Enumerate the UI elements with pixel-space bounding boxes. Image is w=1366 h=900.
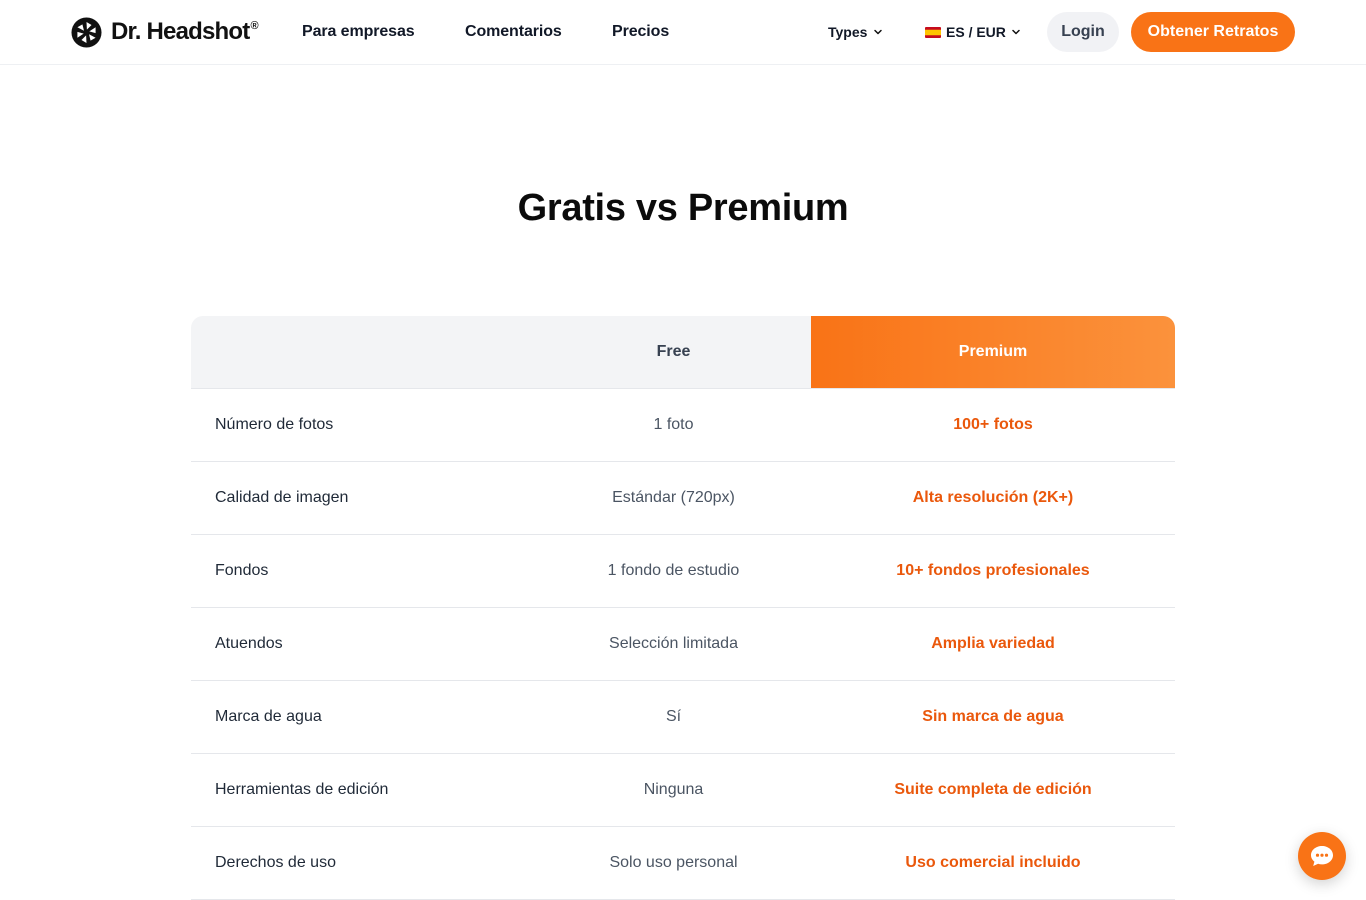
table-row: Calidad de imagen Estándar (720px) Alta … bbox=[191, 462, 1175, 535]
get-headshots-button[interactable]: Obtener Retratos bbox=[1131, 12, 1295, 52]
free-value-cell: Sí bbox=[665, 708, 682, 725]
comparison-table: Free Premium Número de fotos 1 foto 100+… bbox=[191, 316, 1175, 900]
free-value-cell: Solo uso personal bbox=[609, 854, 738, 871]
free-value-cell: Estándar (720px) bbox=[612, 489, 735, 506]
page-title: Gratis vs Premium bbox=[517, 187, 849, 229]
types-dropdown[interactable]: Types bbox=[828, 22, 883, 42]
column-header-free: Free bbox=[656, 343, 691, 360]
free-value-cell: 1 fondo de estudio bbox=[607, 562, 740, 579]
login-button[interactable]: Login bbox=[1047, 12, 1119, 52]
chevron-down-icon bbox=[874, 29, 883, 35]
feature-cell: Atuendos bbox=[215, 635, 283, 652]
brand-name: Dr. Headshot® bbox=[111, 18, 259, 45]
language-currency-selector[interactable]: ES / EUR bbox=[925, 22, 1021, 42]
table-row: Herramientas de edición Ninguna Suite co… bbox=[191, 754, 1175, 827]
feature-cell: Fondos bbox=[215, 562, 269, 579]
spain-flag-icon bbox=[925, 26, 941, 38]
nav-link-precios[interactable]: Precios bbox=[612, 22, 669, 42]
feature-cell: Herramientas de edición bbox=[215, 781, 389, 798]
table-row: Atuendos Selección limitada Amplia varie… bbox=[191, 608, 1175, 681]
premium-value-cell: 100+ fotos bbox=[953, 416, 1033, 433]
free-value-cell: Ninguna bbox=[643, 781, 704, 798]
chat-bubble-icon bbox=[1311, 846, 1333, 866]
premium-value-cell: Alta resolución (2K+) bbox=[912, 489, 1074, 506]
feature-cell: Derechos de uso bbox=[215, 854, 336, 871]
table-row: Número de fotos 1 foto 100+ fotos bbox=[191, 389, 1175, 462]
feature-cell: Calidad de imagen bbox=[215, 489, 349, 506]
registered-mark: ® bbox=[250, 20, 258, 32]
feature-cell: Marca de agua bbox=[215, 708, 322, 725]
feature-cell: Número de fotos bbox=[215, 416, 334, 433]
premium-value-cell: Amplia variedad bbox=[931, 635, 1055, 652]
table-row: Fondos 1 fondo de estudio 10+ fondos pro… bbox=[191, 535, 1175, 608]
table-row: Derechos de uso Solo uso personal Uso co… bbox=[191, 827, 1175, 900]
language-currency-label: ES / EUR bbox=[946, 24, 1006, 40]
premium-value-cell: 10+ fondos profesionales bbox=[896, 562, 1090, 579]
premium-value-cell: Suite completa de edición bbox=[894, 781, 1092, 798]
free-value-cell: Selección limitada bbox=[609, 635, 738, 652]
column-header-premium: Premium bbox=[811, 316, 1175, 388]
nav-link-para-empresas[interactable]: Para empresas bbox=[302, 22, 415, 42]
types-label: Types bbox=[828, 24, 868, 40]
nav-link-comentarios[interactable]: Comentarios bbox=[465, 22, 562, 42]
chat-button[interactable] bbox=[1298, 832, 1346, 880]
premium-value-cell: Sin marca de agua bbox=[922, 708, 1064, 725]
site-header: Dr. Headshot® Para empresas Comentarios … bbox=[0, 0, 1366, 65]
chevron-down-icon bbox=[1012, 29, 1020, 35]
brand-logo-link[interactable]: Dr. Headshot® bbox=[71, 16, 259, 48]
free-value-cell: 1 foto bbox=[653, 416, 694, 433]
aperture-icon bbox=[71, 16, 102, 48]
table-header-row: Free Premium bbox=[191, 316, 1175, 389]
premium-value-cell: Uso comercial incluido bbox=[905, 854, 1081, 871]
table-row: Marca de agua Sí Sin marca de agua bbox=[191, 681, 1175, 754]
